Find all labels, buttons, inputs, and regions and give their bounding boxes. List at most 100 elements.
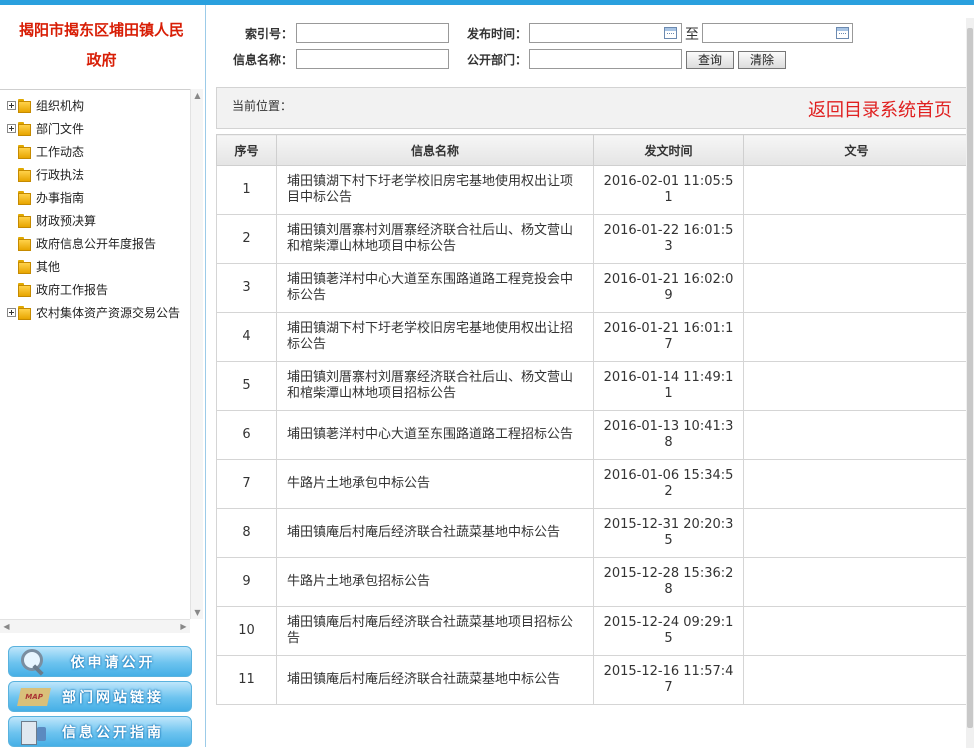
dept-site-links-button[interactable]: 部门网站链接 [8, 681, 192, 712]
tree-item-other[interactable]: 其他 [0, 255, 60, 277]
row-num: 6 [216, 410, 277, 460]
start-date-input[interactable] [529, 23, 682, 43]
index-label: 索引号： [244, 27, 293, 41]
row-doc-number [743, 214, 970, 264]
tree-item-label: 行政执法 [36, 167, 85, 182]
department-input[interactable] [529, 49, 682, 69]
folder-icon [18, 167, 32, 182]
info-name-input[interactable] [296, 49, 449, 69]
table-header-row: 序号 信息名称 发文时间 文号 [216, 134, 970, 166]
category-tree: 组织机构 部门文件 工作动态 行政执法 办事指南 财政预决算 政府信息公开年度报… [0, 89, 190, 619]
row-num: 3 [216, 263, 277, 313]
tree-item-news[interactable]: 工作动态 [0, 140, 84, 162]
expand-plus-icon[interactable] [7, 100, 16, 110]
tree-item-annual-report[interactable]: 政府信息公开年度报告 [0, 232, 156, 254]
row-date: 2016-02-01 11:05:51 [593, 165, 744, 215]
row-doc-number [743, 508, 970, 558]
row-doc-number [743, 606, 970, 656]
back-to-catalog-home-link[interactable]: 返回目录系统首页 [808, 96, 952, 122]
col-header-doc: 文号 [743, 134, 970, 166]
expand-plus-icon[interactable] [7, 123, 16, 133]
sidebar: 揭阳市揭东区埔田镇人民 政府 组织机构 部门文件 工作动态 行政执法 办事指南 [0, 5, 206, 747]
tree-vertical-scrollbar[interactable]: ▲ ▼ [190, 89, 203, 619]
row-title-link[interactable]: 埔田镇湖下村下圩老学校旧房宅基地使用权出让项目中标公告 [276, 165, 594, 215]
scroll-left-arrow-icon[interactable]: ◀ [0, 620, 13, 633]
date-label: 发布时间： [466, 27, 527, 41]
disclosure-guide-button[interactable]: 信息公开指南 [8, 716, 192, 747]
scroll-down-arrow-icon[interactable]: ▼ [191, 606, 204, 619]
dept-label: 公开部门： [466, 53, 527, 67]
row-doc-number [743, 557, 970, 607]
row-num: 10 [216, 606, 277, 656]
row-title-link[interactable]: 埔田镇庵后村庵后经济联合社蔬菜基地项目招标公告 [276, 606, 594, 656]
apply-disclosure-button[interactable]: 依申请公开 [8, 646, 192, 677]
scroll-right-arrow-icon[interactable]: ▶ [177, 620, 190, 633]
row-num: 11 [216, 655, 277, 705]
query-button[interactable]: 查询 [686, 51, 734, 69]
tree-item-guide[interactable]: 办事指南 [0, 186, 84, 208]
calendar-icon[interactable] [664, 27, 677, 39]
tree-item-budget[interactable]: 财政预决算 [0, 209, 96, 231]
tree-item-work-report[interactable]: 政府工作报告 [0, 278, 108, 300]
tree-item-enforcement[interactable]: 行政执法 [0, 163, 84, 185]
row-doc-number [743, 263, 970, 313]
table-row: 7 牛路片土地承包中标公告 2016-01-06 15:34:52 [216, 459, 970, 509]
table-row: 5 埔田镇刘厝寨村刘厝寨经济联合社后山、杨文营山和棺柴潭山林地项目招标公告 20… [216, 361, 970, 411]
scroll-up-arrow-icon[interactable]: ▲ [191, 89, 204, 102]
tree-horizontal-scrollbar[interactable]: ◀ ▶ [0, 619, 190, 633]
row-title-link[interactable]: 埔田镇湖下村下圩老学校旧房宅基地使用权出让招标公告 [276, 312, 594, 362]
page-vertical-scrollbar[interactable] [966, 18, 974, 748]
row-date: 2015-12-31 20:20:35 [593, 508, 744, 558]
map-icon [9, 682, 55, 712]
row-date: 2016-01-13 10:41:38 [593, 410, 744, 460]
row-date: 2016-01-22 16:01:53 [593, 214, 744, 264]
col-header-date: 发文时间 [593, 134, 744, 166]
tree-item-org[interactable]: 组织机构 [0, 94, 84, 116]
search-form: 索引号： 发布时间： 至 信息名称： 公开部门： 查询 清除 [207, 5, 974, 80]
folder-icon [18, 190, 32, 205]
location-bar: 当前位置： 返回目录系统首页 [216, 87, 969, 129]
guide-document-icon [9, 717, 55, 747]
row-doc-number [743, 655, 970, 705]
row-title-link[interactable]: 埔田镇庵后村庵后经济联合社蔬菜基地中标公告 [276, 655, 594, 705]
row-num: 8 [216, 508, 277, 558]
row-date: 2016-01-21 16:01:17 [593, 312, 744, 362]
clear-button[interactable]: 清除 [738, 51, 786, 69]
calendar-icon[interactable] [836, 27, 849, 39]
expand-plus-icon[interactable] [7, 307, 16, 317]
row-num: 4 [216, 312, 277, 362]
folder-icon [18, 305, 32, 320]
magnifier-icon [9, 647, 55, 677]
row-num: 7 [216, 459, 277, 509]
table-row: 9 牛路片土地承包招标公告 2015-12-28 15:36:28 [216, 557, 970, 607]
row-title-link[interactable]: 埔田镇荖洋村中心大道至东围路道路工程招标公告 [276, 410, 594, 460]
breadcrumb: 当前位置： [232, 99, 293, 113]
tree-item-label: 办事指南 [36, 190, 85, 205]
tree-item-asset-trade[interactable]: 农村集体资产资源交易公告 [0, 301, 180, 323]
index-number-input[interactable] [296, 23, 449, 43]
row-title-link[interactable]: 埔田镇庵后村庵后经济联合社蔬菜基地中标公告 [276, 508, 594, 558]
row-num: 9 [216, 557, 277, 607]
row-title-link[interactable]: 埔田镇荖洋村中心大道至东围路道路工程竞投会中标公告 [276, 263, 594, 313]
scrollbar-thumb[interactable] [967, 28, 973, 728]
folder-icon [18, 236, 32, 251]
table-row: 8 埔田镇庵后村庵后经济联合社蔬菜基地中标公告 2015-12-31 20:20… [216, 508, 970, 558]
row-doc-number [743, 312, 970, 362]
row-title-link[interactable]: 埔田镇刘厝寨村刘厝寨经济联合社后山、杨文营山和棺柴潭山林地项目中标公告 [276, 214, 594, 264]
row-title-link[interactable]: 埔田镇刘厝寨村刘厝寨经济联合社后山、杨文营山和棺柴潭山林地项目招标公告 [276, 361, 594, 411]
tree-item-label: 工作动态 [36, 144, 85, 159]
row-title-link[interactable]: 牛路片土地承包招标公告 [276, 557, 594, 607]
folder-icon [18, 98, 32, 113]
table-row: 11 埔田镇庵后村庵后经济联合社蔬菜基地中标公告 2015-12-16 11:5… [216, 655, 970, 705]
tree-item-label: 财政预决算 [36, 213, 97, 228]
tree-item-label: 组织机构 [36, 98, 85, 113]
table-row: 1 埔田镇湖下村下圩老学校旧房宅基地使用权出让项目中标公告 2016-02-01… [216, 165, 970, 215]
end-date-input[interactable] [702, 23, 853, 43]
row-title-link[interactable]: 牛路片土地承包中标公告 [276, 459, 594, 509]
tree-item-dept-docs[interactable]: 部门文件 [0, 117, 84, 139]
folder-icon [18, 144, 32, 159]
date-range-to: 至 [685, 27, 699, 43]
row-num: 1 [216, 165, 277, 215]
row-doc-number [743, 165, 970, 215]
row-date: 2016-01-06 15:34:52 [593, 459, 744, 509]
